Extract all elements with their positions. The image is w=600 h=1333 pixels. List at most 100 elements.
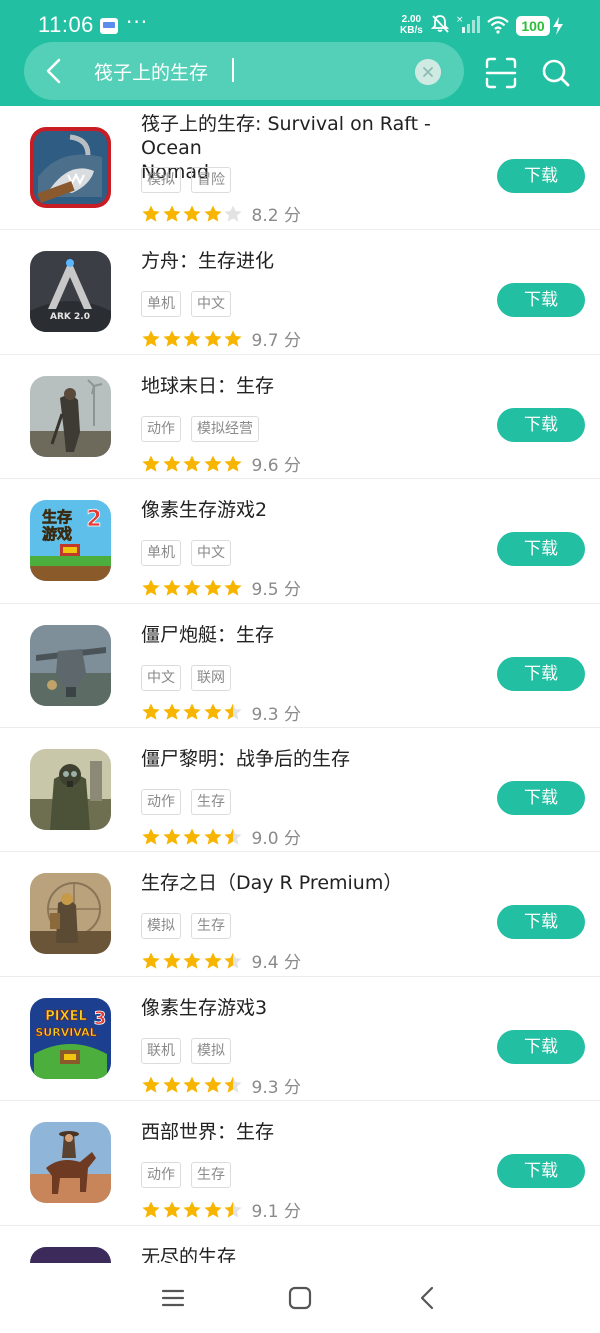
- app-title-line1: 方舟：生存进化: [141, 250, 275, 273]
- star-icon: [162, 1076, 181, 1094]
- download-button[interactable]: 下载: [497, 905, 585, 940]
- list-item[interactable]: 西部世界：生存 动作 生存 9.1 分 下载: [0, 1101, 600, 1226]
- app-tags: 动作 模拟经营: [141, 415, 269, 442]
- search-results-list: 筏子上的生存: Survival on Raft - Ocean Nomad 模…: [0, 106, 600, 1263]
- search-icon[interactable]: [540, 57, 572, 89]
- app-title[interactable]: 无尽的生存: [141, 1245, 471, 1263]
- star-icon: [203, 455, 222, 472]
- star-icon: [183, 330, 201, 347]
- menu-icon[interactable]: [158, 1283, 188, 1313]
- survivor-icon[interactable]: [30, 375, 111, 457]
- app-score: 8.2 分: [251, 206, 301, 226]
- app-tag: 联机: [141, 1037, 181, 1064]
- battery-indicator: 100: [516, 16, 550, 36]
- pixel-survival-2-icon[interactable]: 生存 游戏 2: [30, 500, 111, 582]
- app-title-line1: 西部世界：生存: [141, 1121, 275, 1144]
- star-icon: [142, 1076, 160, 1094]
- system-nav-bar: [0, 1263, 600, 1333]
- more-notifications-icon: ···: [126, 10, 149, 34]
- download-button[interactable]: 下载: [497, 656, 585, 691]
- pixel3-line2: SURVIVAL: [35, 1026, 96, 1039]
- list-item[interactable]: 生存 游戏 2 像素生存游戏2 单机 中文 9.5 分 下载: [0, 479, 600, 604]
- app-title[interactable]: 地球末日：生存: [141, 374, 471, 398]
- search-input[interactable]: [94, 56, 394, 86]
- app-title-line1: 像素生存游戏3: [141, 996, 268, 1019]
- download-button[interactable]: 下载: [497, 283, 585, 318]
- net-speed-value: 2.00: [401, 14, 422, 25]
- back-icon[interactable]: [413, 1283, 443, 1313]
- star-rating: [141, 1199, 244, 1220]
- list-item[interactable]: PIXEL SURVIVAL 3 像素生存游戏3 联机 模拟 9.3 分 下载: [0, 977, 600, 1102]
- star-icon: [224, 1201, 242, 1218]
- raft-shark-icon[interactable]: [30, 127, 111, 208]
- app-title[interactable]: 生存之日（Day R Premium）: [141, 871, 471, 895]
- cowboy-horse-icon[interactable]: [30, 1122, 111, 1204]
- app-tag: 模拟: [141, 913, 181, 940]
- star-icon: [162, 952, 181, 969]
- download-button[interactable]: 下载: [497, 532, 585, 567]
- star-rating: [141, 577, 244, 598]
- star-icon: [224, 952, 242, 969]
- wifi-icon: [487, 16, 509, 34]
- star-icon: [183, 455, 201, 472]
- charging-icon: [553, 17, 563, 35]
- list-item[interactable]: 僵尸炮艇：生存 中文 联网 9.3 分 下载: [0, 604, 600, 728]
- app-tag: 生存: [191, 788, 231, 815]
- app-score: 9.3 分: [251, 704, 301, 725]
- star-rating: [141, 951, 244, 972]
- scan-icon[interactable]: [484, 56, 518, 90]
- app-rating: 9.1 分: [141, 1197, 301, 1222]
- back-arrow-icon[interactable]: [40, 56, 70, 86]
- star-icon: [224, 703, 242, 720]
- app-title[interactable]: 西部世界：生存: [141, 1120, 471, 1144]
- pixel-survival-3-icon[interactable]: PIXEL SURVIVAL 3: [30, 997, 111, 1079]
- download-button[interactable]: 下载: [497, 1154, 585, 1189]
- app-rating: 9.4 分: [141, 948, 301, 973]
- app-tag: 联网: [191, 664, 231, 691]
- endless-survival-icon[interactable]: [30, 1246, 111, 1263]
- star-rating: [141, 702, 244, 723]
- app-title[interactable]: 像素生存游戏3: [141, 996, 471, 1020]
- star-icon: [203, 205, 222, 222]
- download-button[interactable]: 下载: [497, 407, 585, 442]
- star-icon: [224, 1076, 242, 1094]
- app-title-line1: 僵尸炮艇：生存: [141, 623, 275, 646]
- download-button[interactable]: 下载: [497, 780, 585, 815]
- list-item[interactable]: ARK 2.0 方舟：生存进化 单机 中文 9.7 分 下载: [0, 230, 600, 355]
- star-icon: [162, 455, 181, 472]
- search-bar[interactable]: [24, 42, 464, 100]
- home-icon[interactable]: [285, 1283, 315, 1313]
- app-rating: 9.3 分: [141, 1073, 301, 1098]
- star-icon: [183, 952, 201, 969]
- list-item[interactable]: 筏子上的生存: Survival on Raft - Ocean Nomad 模…: [0, 106, 600, 231]
- list-item[interactable]: 地球末日：生存 动作 模拟经营 9.6 分 下载: [0, 355, 600, 480]
- gunship-icon[interactable]: [30, 624, 111, 706]
- list-item[interactable]: 僵尸黎明：战争后的生存 动作 生存 9.0 分 下载: [0, 728, 600, 853]
- app-tag: 动作: [141, 415, 181, 442]
- ark-icon[interactable]: ARK 2.0: [30, 251, 111, 333]
- ark-logo-text: ARK 2.0: [50, 312, 90, 322]
- app-title[interactable]: 方舟：生存进化: [141, 249, 471, 273]
- star-icon: [203, 579, 222, 596]
- app-title[interactable]: 僵尸炮艇：生存: [141, 623, 471, 647]
- star-icon: [183, 579, 201, 596]
- app-title[interactable]: 僵尸黎明：战争后的生存: [141, 747, 471, 771]
- star-icon: [224, 205, 242, 222]
- app-title[interactable]: 像素生存游戏2: [141, 498, 471, 522]
- list-item[interactable]: 生存之日（Day R Premium） 模拟 生存 9.4 分 下载: [0, 852, 600, 977]
- battery-level: 100: [521, 18, 545, 34]
- app-title-line1: 无尽的生存: [141, 1245, 237, 1263]
- star-icon: [183, 1076, 201, 1094]
- list-item[interactable]: 无尽的生存: [0, 1226, 600, 1263]
- star-icon: [142, 828, 160, 845]
- clear-icon[interactable]: [415, 59, 441, 85]
- download-button[interactable]: 下载: [497, 159, 585, 193]
- star-icon: [224, 330, 242, 347]
- app-score: 9.5 分: [251, 580, 301, 601]
- star-icon: [142, 703, 160, 720]
- day-r-icon[interactable]: [30, 873, 111, 955]
- app-tags: 模拟 生存: [141, 913, 241, 940]
- gasmask-soldier-icon[interactable]: [30, 748, 111, 830]
- download-button[interactable]: 下载: [497, 1029, 585, 1064]
- app-tags: 模拟 冒险: [141, 167, 241, 193]
